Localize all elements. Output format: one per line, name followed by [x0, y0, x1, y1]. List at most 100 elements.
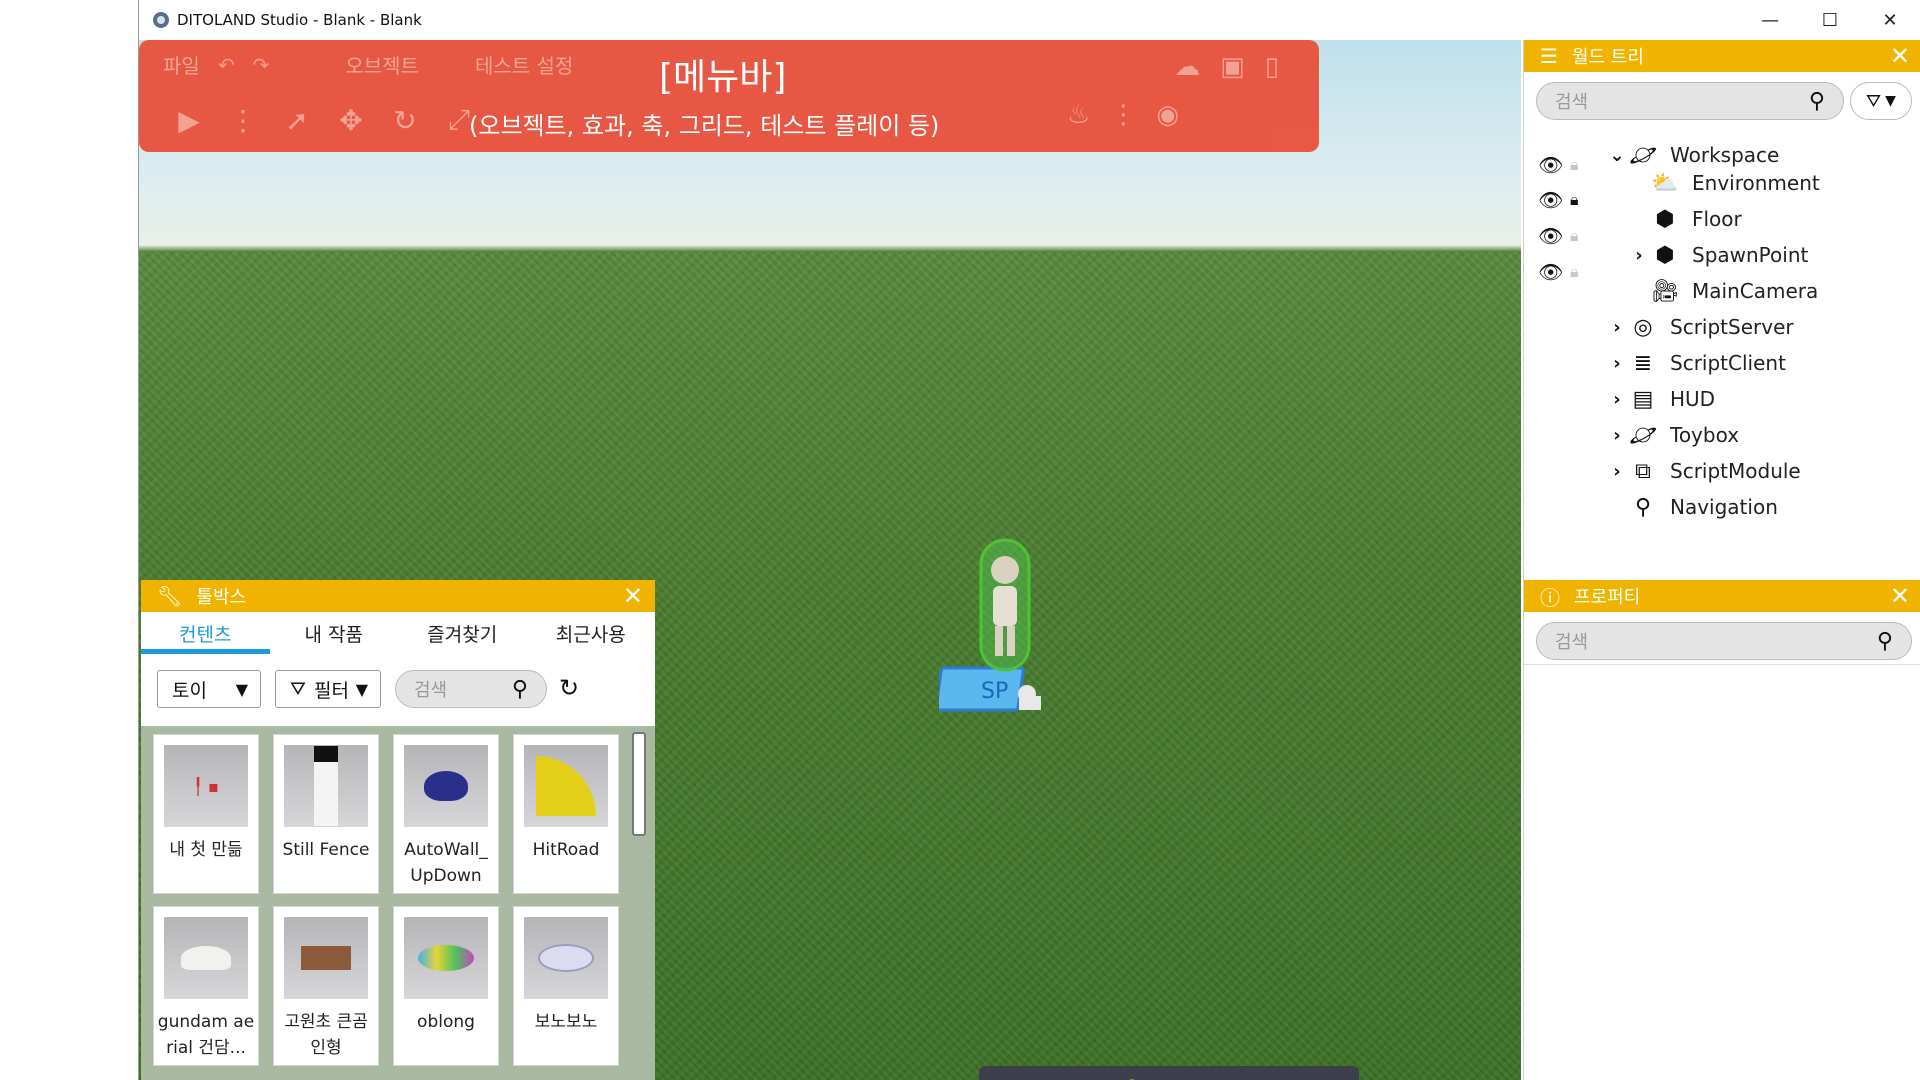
info-icon[interactable]: ⓘ	[1060, 1073, 1100, 1080]
chevron-right-icon[interactable]: ›	[1606, 389, 1628, 410]
visibility-icon[interactable]: ◉	[1156, 100, 1179, 130]
edit-icon[interactable]: ✎	[1238, 1077, 1278, 1080]
chevron-right-icon[interactable]: ›	[1628, 245, 1650, 266]
bottom-toolbar: ☰ ⓘ 🔧︎ ◕ ✎ ▤	[979, 1066, 1359, 1080]
play-icon[interactable]: ▶	[173, 104, 205, 137]
close-button[interactable]: ✕	[1860, 0, 1920, 40]
toolbox-item-grid: ╿ ▪ 내 첫 만듦 Still Fence AutoWall_ UpDown H…	[141, 726, 655, 1080]
visibility-eye-icon[interactable]: 👁︎	[1538, 224, 1564, 248]
more-icon[interactable]: ⋮	[227, 104, 259, 137]
item-label: oblong	[417, 1012, 475, 1032]
toolbox-title: 툴박스	[196, 587, 247, 608]
toolbox-search-input[interactable]: 검색 ⚲	[395, 670, 547, 708]
chevron-right-icon[interactable]: ›	[1606, 353, 1628, 374]
item-thumbnail	[164, 917, 248, 999]
tree-item-label: Floor	[1692, 207, 1742, 231]
world-tree-search-input[interactable]: 검색 ⚲	[1536, 82, 1844, 120]
server-icon: ◎	[1633, 314, 1653, 340]
tree-item-scriptclient[interactable]: › ≣ ScriptClient	[1606, 346, 1786, 380]
tree-item-navigation[interactable]: ⚲ Navigation	[1628, 490, 1778, 524]
tree-item-label: SpawnPoint	[1692, 243, 1809, 267]
tree-item-scriptmodule[interactable]: › ⧉ ScriptModule	[1606, 454, 1800, 488]
visibility-eye-icon[interactable]: 👁︎	[1538, 260, 1564, 284]
rotate-icon[interactable]: ↻	[389, 104, 421, 137]
upload-cloud-icon[interactable]: ☁	[1174, 52, 1200, 82]
visibility-eye-icon[interactable]: 👁︎	[1538, 153, 1564, 177]
list-icon: ☰	[1540, 44, 1558, 68]
lock-open-icon[interactable]: 🔒︎	[1570, 155, 1590, 175]
properties-search-input[interactable]: 검색 ⚲	[1536, 622, 1912, 660]
lock-open-icon[interactable]: 🔒︎	[1570, 226, 1590, 246]
filter-icon: ⛛	[1866, 90, 1882, 112]
chevron-right-icon[interactable]: ›	[1606, 425, 1628, 446]
menu-test-settings[interactable]: 테스트 설정	[475, 50, 573, 79]
item-thumbnail: ╿ ▪	[164, 745, 248, 827]
chevron-down-icon[interactable]: ⌄	[1606, 145, 1628, 166]
wrench-icon[interactable]: 🔧︎	[1119, 1077, 1159, 1080]
toolbox-item[interactable]: 고원초 큰곰 인형	[273, 906, 379, 1066]
chevron-right-icon[interactable]: ›	[1606, 461, 1628, 482]
move-icon[interactable]: ✥	[335, 104, 367, 137]
search-icon[interactable]: ⚲	[512, 677, 528, 702]
tree-item-environment[interactable]: ⛅ Environment	[1650, 166, 1820, 200]
toolbox-scrollbar[interactable]	[632, 732, 646, 836]
maximize-button[interactable]: ☐	[1800, 0, 1860, 40]
item-label: Still Fence	[282, 840, 370, 860]
toolbox-item[interactable]: 보노보노	[513, 906, 619, 1066]
document-icon[interactable]: ▤	[1297, 1077, 1337, 1080]
toolbox-item[interactable]: gundam ae rial 건담...	[153, 906, 259, 1066]
category-select[interactable]: 토이 ▼	[157, 670, 261, 708]
toolbox-panel: 🔧︎ 툴박스 ✕ 컨텐츠 내 작품 즐겨찾기 최근사용 토이 ▼ ⛛ 필터 ▼ …	[141, 580, 655, 1080]
toolbox-item[interactable]: Still Fence	[273, 734, 379, 894]
spawn-character[interactable]: SP	[939, 530, 1079, 730]
more-icon-2[interactable]: ⋮	[1110, 100, 1136, 130]
lock-closed-icon[interactable]: 🔒︎	[1570, 190, 1590, 210]
tree-item-floor[interactable]: ⬢ Floor	[1650, 202, 1742, 236]
redo-icon[interactable]: ↷	[253, 53, 270, 77]
fire-icon[interactable]: ♨	[1067, 100, 1090, 130]
visibility-eye-icon[interactable]: 👁︎	[1538, 188, 1564, 212]
toolbox-close-icon[interactable]: ✕	[623, 582, 643, 610]
refresh-icon[interactable]: ↻	[559, 674, 579, 702]
search-icon[interactable]: ⚲	[1809, 89, 1825, 114]
toolbox-item[interactable]: oblong	[393, 906, 499, 1066]
minimize-button[interactable]: —	[1740, 0, 1800, 40]
select-icon[interactable]: ➚	[281, 104, 313, 137]
chevron-down-icon: ▼	[355, 679, 368, 699]
tree-item-label: Environment	[1692, 171, 1820, 195]
undo-icon[interactable]: ↶	[218, 53, 235, 77]
tab-recent[interactable]: 최근사용	[527, 612, 656, 654]
menubar-top-row: 파일 ↶ ↷ 오브젝트 테스트 설정	[163, 50, 573, 79]
palette-icon[interactable]: ◕	[1179, 1077, 1219, 1080]
toolbox-item[interactable]: HitRoad	[513, 734, 619, 894]
tree-item-toybox[interactable]: › 🪐︎ Toybox	[1606, 418, 1739, 452]
tree-item-hud[interactable]: › ▤ HUD	[1606, 382, 1715, 416]
item-label-line2: rial 건담...	[166, 1038, 246, 1058]
filter-select[interactable]: ⛛ 필터 ▼	[275, 670, 381, 708]
tree-item-maincamera[interactable]: 🎥︎ MainCamera	[1650, 274, 1818, 308]
menu-object[interactable]: 오브젝트	[345, 50, 419, 79]
tab-contents[interactable]: 컨텐츠	[141, 612, 270, 654]
world-tree-filter-button[interactable]: ⛛ ▼	[1850, 82, 1912, 120]
save-icon[interactable]: ▣	[1220, 52, 1245, 82]
list-icon[interactable]: ☰	[1001, 1077, 1041, 1080]
menu-file[interactable]: 파일	[163, 50, 200, 79]
world-tree-close-icon[interactable]: ✕	[1890, 42, 1910, 70]
category-select-value: 토이	[172, 679, 207, 702]
wrench-icon: 🔧︎	[157, 584, 183, 608]
tab-my-works[interactable]: 내 작품	[270, 612, 399, 654]
location-pin-icon: ⚲	[1634, 494, 1652, 520]
lock-open-icon[interactable]: 🔒︎	[1570, 262, 1590, 282]
item-thumbnail	[284, 917, 368, 999]
properties-close-icon[interactable]: ✕	[1890, 582, 1910, 610]
search-icon[interactable]: ⚲	[1877, 629, 1893, 654]
chevron-right-icon[interactable]: ›	[1606, 317, 1628, 338]
toolbox-item[interactable]: AutoWall_ UpDown	[393, 734, 499, 894]
toolbox-item[interactable]: ╿ ▪ 내 첫 만듦	[153, 734, 259, 894]
tree-item-scriptserver[interactable]: › ◎ ScriptServer	[1606, 310, 1793, 344]
tree-item-label: ScriptClient	[1670, 351, 1786, 375]
new-file-icon[interactable]: ▯	[1265, 52, 1279, 82]
tree-item-spawnpoint[interactable]: › ⬢ SpawnPoint	[1628, 238, 1808, 272]
tree-item-label: Workspace	[1670, 143, 1780, 167]
tab-favorites[interactable]: 즐겨찾기	[398, 612, 527, 654]
